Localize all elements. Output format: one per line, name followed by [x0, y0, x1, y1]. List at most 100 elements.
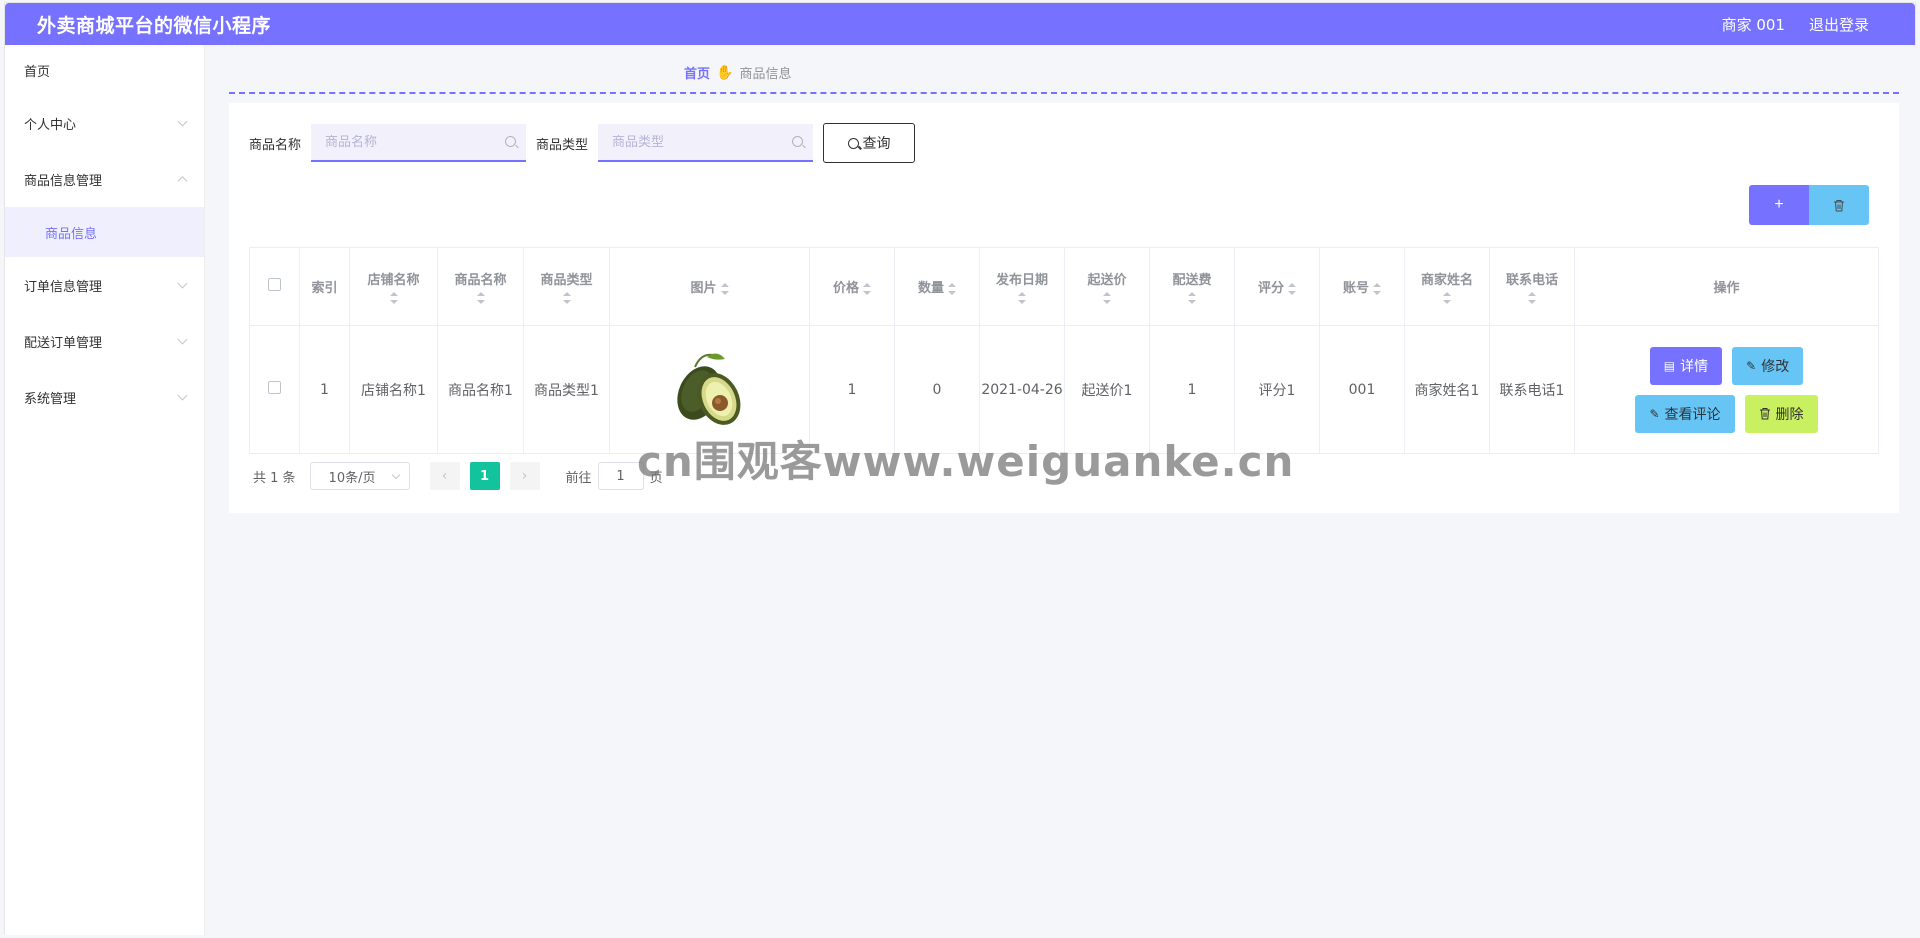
breadcrumb: 首页 ✋ 商品信息 [684, 63, 792, 83]
col-image-label: 图片 [690, 281, 717, 296]
col-name-label: 商品名称 [454, 273, 507, 288]
sidebar-subitem-product-info[interactable]: 商品信息 [5, 207, 204, 257]
sidebar-item-profile[interactable]: 个人中心 [5, 95, 204, 151]
sidebar-item-product-management[interactable]: 商品信息管理 [5, 151, 204, 207]
col-delivery-fee-label: 配送费 [1172, 273, 1212, 288]
cell-price: 1 [809, 325, 895, 454]
col-account-label: 账号 [1342, 281, 1369, 296]
breadcrumb-current: 商品信息 [739, 67, 792, 82]
col-rating[interactable]: 评分 [1234, 247, 1320, 326]
col-qty[interactable]: 数量 [894, 247, 980, 326]
col-price[interactable]: 价格 [809, 247, 895, 326]
sort-icon[interactable] [476, 292, 485, 304]
product-name-label: 商品名称 [249, 137, 302, 153]
logout-link[interactable]: 退出登录 [1809, 14, 1869, 35]
chevron-down-icon [177, 390, 188, 401]
header-right: 商家 001 退出登录 [1722, 14, 1869, 35]
product-type-label: 商品类型 [536, 137, 589, 153]
sort-icon[interactable] [1103, 292, 1111, 304]
cell-type: 商品类型1 [523, 325, 610, 454]
query-button[interactable]: 查询 [823, 123, 916, 163]
row-actions-bottom: ✎ 查看评论 删除 [1635, 394, 1818, 433]
app-window: 外卖商城平台的微信小程序 商家 001 退出登录 首页 个人中心 商品信息管理 … [4, 2, 1917, 935]
avocado-image[interactable] [655, 345, 765, 435]
page-size-select[interactable]: 10条/页 [309, 462, 410, 490]
cell-delivery-fee: 1 [1149, 325, 1235, 454]
cell-qty: 0 [894, 325, 980, 454]
view-reviews-button[interactable]: ✎ 查看评论 [1635, 394, 1735, 433]
product-type-field [598, 124, 814, 162]
edit-icon: ✎ [1746, 358, 1757, 373]
cell-index: 1 [299, 325, 350, 454]
sort-icon[interactable] [389, 292, 398, 304]
sidebar-item-delivery-management[interactable]: 配送订单管理 [5, 313, 204, 369]
add-button[interactable]: + [1749, 185, 1809, 225]
col-merchant-label: 商家姓名 [1420, 273, 1473, 288]
cell-rating: 评分1 [1234, 325, 1320, 454]
edit-button[interactable]: ✎ 修改 [1732, 346, 1804, 385]
sidebar-item-home[interactable]: 首页 [5, 45, 204, 95]
product-type-input[interactable] [598, 124, 814, 160]
breadcrumb-divider [229, 92, 1899, 94]
sort-icon[interactable] [948, 282, 956, 295]
goto-page-input[interactable] [597, 462, 644, 490]
current-user: 商家 001 [1721, 15, 1785, 34]
chevron-down-icon [177, 278, 188, 289]
col-name[interactable]: 商品名称 [437, 247, 524, 326]
sort-icon[interactable] [1188, 292, 1196, 304]
goto-label: 前往 [565, 470, 592, 486]
pagination-total: 共 1 条 [253, 470, 296, 486]
detail-button-label: 详情 [1680, 358, 1709, 375]
main-content: 首页 ✋ 商品信息 商品名称 商品类型 查询 [205, 45, 1917, 935]
select-all-checkbox[interactable] [268, 278, 281, 291]
col-min-order[interactable]: 起送价 [1064, 247, 1150, 326]
sort-icon[interactable] [562, 292, 571, 304]
query-button-label: 查询 [862, 136, 891, 152]
page-number-current[interactable]: 1 [469, 462, 500, 490]
sidebar: 首页 个人中心 商品信息管理 商品信息 订单信息管理 配送订单管理 系统管理 [5, 45, 205, 935]
next-page-button[interactable]: › [509, 462, 540, 490]
col-delivery-fee[interactable]: 配送费 [1149, 247, 1235, 326]
search-icon [505, 136, 517, 147]
sort-icon[interactable] [1288, 282, 1296, 295]
col-date[interactable]: 发布日期 [979, 247, 1065, 326]
sort-icon[interactable] [720, 282, 729, 295]
product-table: 索引 店铺名称 商品名称 商品类型 图片 价格 数量 发布日期 起送价 配送费 … [249, 247, 1879, 454]
chevron-down-icon [177, 334, 188, 345]
row-actions: ▤ 详情 ✎ 修改 ✎ 查看评论 删除 [1575, 346, 1878, 433]
col-rating-label: 评分 [1257, 281, 1284, 296]
delete-button[interactable]: 删除 [1744, 394, 1818, 433]
sidebar-item-order-management[interactable]: 订单信息管理 [5, 257, 204, 313]
chevron-down-icon [391, 470, 400, 480]
table-row: 1 店铺名称1 商品名称1 商品类型1 1 0 2021-04-26 起送价1 … [249, 325, 1879, 454]
col-type[interactable]: 商品类型 [523, 247, 610, 326]
page-size-value: 10条/页 [328, 470, 376, 486]
col-actions: 操作 [1574, 247, 1879, 326]
prev-page-button[interactable]: ‹ [429, 462, 460, 490]
col-qty-label: 数量 [917, 281, 944, 296]
row-checkbox[interactable] [268, 381, 281, 394]
cell-merchant: 商家姓名1 [1404, 325, 1490, 454]
col-phone[interactable]: 联系电话 [1489, 247, 1575, 326]
batch-delete-button[interactable] [1809, 185, 1869, 225]
delete-button-label: 删除 [1775, 406, 1804, 423]
sidebar-item-label: 个人中心 [24, 117, 77, 133]
col-merchant[interactable]: 商家姓名 [1404, 247, 1490, 326]
row-actions-top: ▤ 详情 ✎ 修改 [1649, 346, 1804, 385]
product-name-input[interactable] [311, 124, 527, 160]
sort-icon[interactable] [1018, 292, 1026, 304]
sort-icon[interactable] [863, 282, 871, 295]
sort-icon[interactable] [1528, 292, 1536, 304]
trash-icon [1834, 199, 1844, 211]
col-image[interactable]: 图片 [609, 247, 810, 326]
col-index: 索引 [299, 247, 350, 326]
col-shop[interactable]: 店铺名称 [349, 247, 438, 326]
col-shop-label: 店铺名称 [367, 273, 420, 288]
sort-icon[interactable] [1373, 282, 1381, 295]
sort-icon[interactable] [1443, 292, 1451, 304]
detail-button[interactable]: ▤ 详情 [1649, 346, 1723, 385]
sidebar-item-system-management[interactable]: 系统管理 [5, 369, 204, 425]
breadcrumb-home[interactable]: 首页 [684, 63, 710, 82]
col-account[interactable]: 账号 [1319, 247, 1405, 326]
edit-icon: ✎ [1649, 406, 1660, 421]
